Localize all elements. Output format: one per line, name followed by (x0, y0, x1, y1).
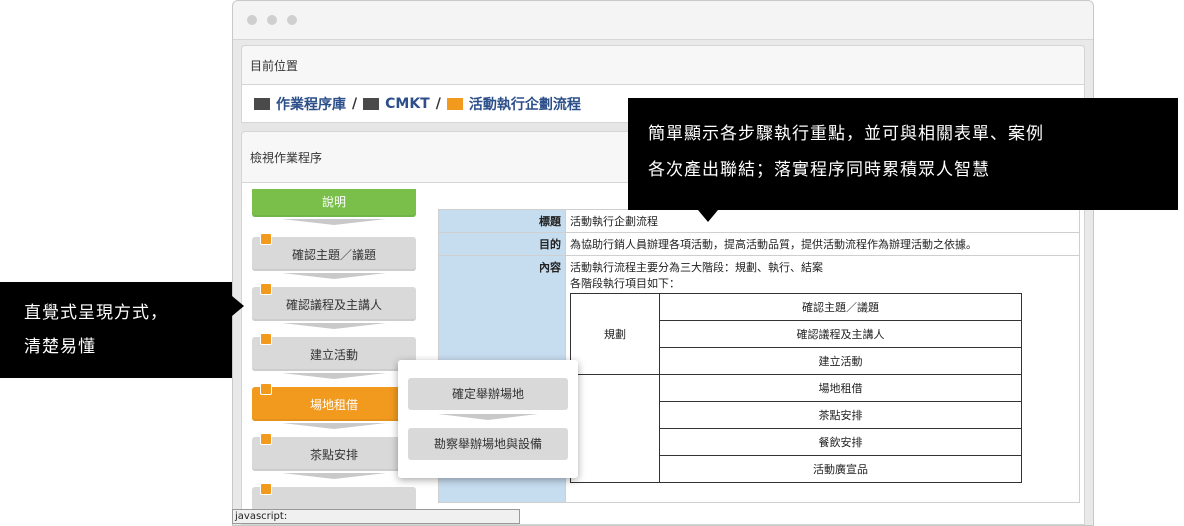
callout-line: 清楚易懂 (24, 337, 96, 357)
popup-item-confirm-venue[interactable]: 確定舉辦場地 (408, 378, 568, 410)
flow-arrow-icon (282, 423, 386, 429)
breadcrumb-item-library[interactable]: 作業程序庫 (276, 94, 346, 114)
phase-plan: 規劃 (570, 293, 660, 375)
flow-step-label: 確認議程及主講人 (285, 298, 382, 312)
window-close-dot[interactable] (247, 15, 257, 25)
phase-execute (570, 374, 660, 483)
phase-item[interactable]: 活動廣宣品 (659, 455, 1022, 483)
popup-item-inspect-venue[interactable]: 勘察舉辦場地與設備 (408, 428, 568, 460)
content-line: 活動執行流程主要分為三大階段：規劃、執行、結案 (570, 261, 823, 274)
phase-item[interactable]: 場地租借 (659, 374, 1022, 402)
flow-arrow-icon (282, 323, 386, 329)
flow-step-agenda[interactable]: 確認議程及主講人 (252, 283, 416, 321)
phase-item[interactable]: 茶點安排 (659, 401, 1022, 429)
phase-item[interactable]: 確認議程及主講人 (659, 320, 1022, 348)
callout-left: 直覺式呈現方式， 清楚易懂 (0, 282, 244, 378)
flow-arrow-icon (282, 273, 386, 279)
callout-line: 各次產出聯結；落實程序同時累積眾人智慧 (648, 160, 990, 180)
window-titlebar (233, 1, 1093, 40)
folder-icon (254, 97, 270, 110)
table-row: 規劃 確認主題／議題 (570, 293, 1022, 375)
phase-item[interactable]: 確認主題／議題 (659, 293, 1022, 321)
flow-step-description[interactable]: 說明 (252, 189, 416, 217)
flow-step-topic[interactable]: 確認主題／議題 (252, 233, 416, 271)
breadcrumb-separator: / (352, 95, 358, 112)
folder-icon (363, 97, 380, 110)
callout-line: 直覺式呈現方式， (24, 303, 168, 323)
flow-arrow-icon (282, 373, 386, 379)
flow-step-label: 建立活動 (309, 348, 358, 362)
title-value: 活動執行企劃流程 (565, 209, 1080, 233)
flow-step-refreshments[interactable]: 茶點安排 (252, 433, 416, 471)
flow-arrow-icon (282, 473, 386, 479)
step-link-icon (260, 383, 272, 395)
browser-window: 目前位置 作業程序庫 / CMKT / 活動執行企劃流程 檢視作業程序 說明 確… (232, 0, 1094, 526)
flow-step-label: 茶點安排 (309, 448, 358, 462)
status-bar: javascript: (232, 509, 520, 524)
window-minimize-dot[interactable] (267, 15, 277, 25)
breadcrumb-separator: / (435, 95, 441, 112)
step-link-icon (260, 433, 272, 445)
title-label: 標題 (438, 209, 566, 233)
purpose-value: 為協助行銷人員辦理各項活動，提高活動品質，提供活動流程作為辦理活動之依據。 (565, 232, 1080, 256)
step-link-icon (260, 483, 272, 495)
purpose-label: 目的 (438, 232, 566, 256)
step-link-icon (260, 283, 272, 295)
callout-line: 簡單顯示各步驟執行重點，並可與相關表單、案例 (648, 124, 1044, 144)
breadcrumb-item-current[interactable]: 活動執行企劃流程 (469, 94, 581, 114)
step-link-icon (260, 333, 272, 345)
flow-arrow-icon (282, 219, 386, 225)
callout-top: 簡單顯示各步驟執行重點，並可與相關表單、案例 各次產出聯結；落實程序同時累積眾人… (628, 98, 1178, 222)
flow-step-label: 說明 (321, 195, 346, 209)
content-line: 各階段執行項目如下： (570, 277, 680, 290)
step-link-icon (260, 233, 272, 245)
location-panel-title: 目前位置 (241, 45, 1085, 85)
table-row: 目的 為協助行銷人員辦理各項活動，提高活動品質，提供活動流程作為辦理活動之依據。 (438, 232, 1080, 256)
table-row: 標題 活動執行企劃流程 (438, 209, 1080, 233)
procedure-body: 說明 確認主題／議題 確認議程及主講人 建立活動 場地租借 茶點安排 標題 活動… (241, 183, 1085, 525)
flow-step-label: 確認主題／議題 (291, 248, 376, 262)
flow-step-venue[interactable]: 場地租借 (252, 383, 416, 421)
table-row: 場地租借 (570, 374, 1022, 483)
open-folder-icon (446, 97, 463, 110)
content-cell: 活動執行流程主要分為三大階段：規劃、執行、結案 各階段執行項目如下： 規劃 確認… (565, 255, 1080, 503)
step-detail-popup: 確定舉辦場地 勘察舉辦場地與設備 (398, 360, 578, 478)
phase-item[interactable]: 餐飲安排 (659, 428, 1022, 456)
flow-step-create-activity[interactable]: 建立活動 (252, 333, 416, 371)
flow-step-label: 場地租借 (309, 398, 358, 412)
phase-item[interactable]: 建立活動 (659, 347, 1022, 375)
popup-arrow-icon (438, 414, 538, 420)
phase-table: 規劃 確認主題／議題 確認議程及主講人 建立活動 場地租借 茶點安排 餐飲安排 (570, 293, 1022, 483)
window-maximize-dot[interactable] (287, 15, 297, 25)
breadcrumb-item-cmkt[interactable]: CMKT (385, 96, 430, 112)
